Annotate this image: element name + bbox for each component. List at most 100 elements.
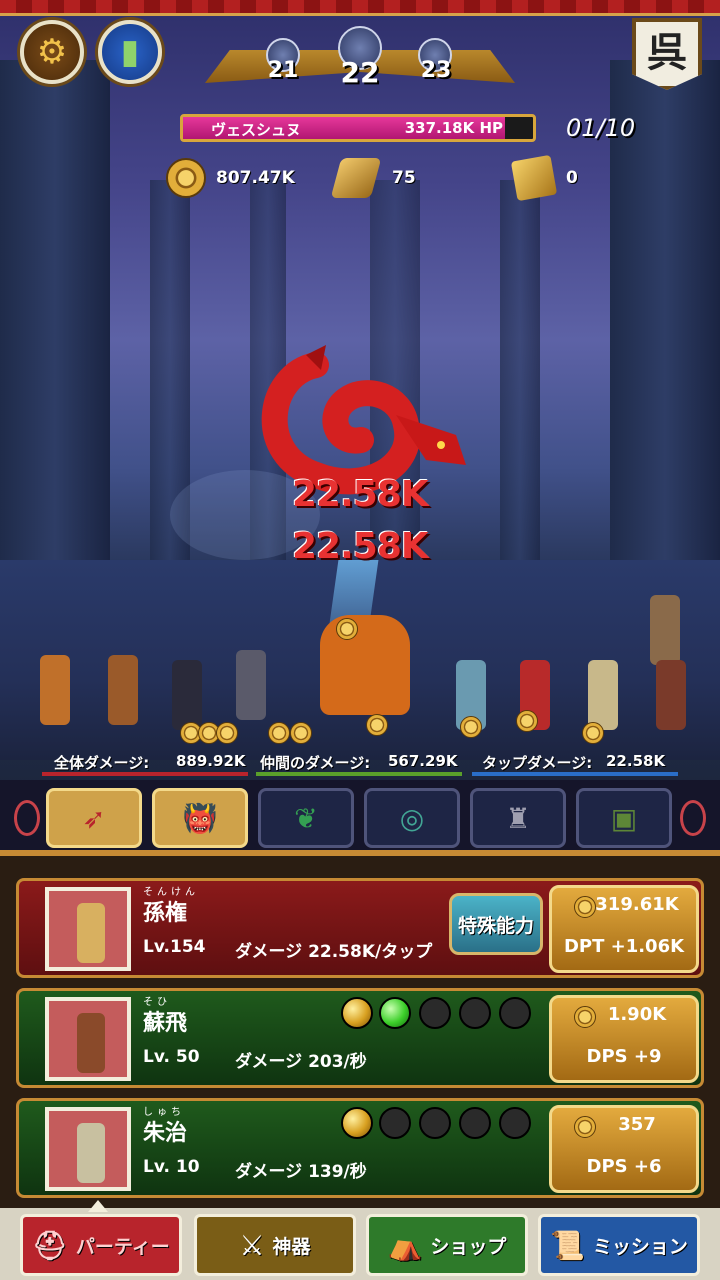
- rank-orb-empty: [499, 1107, 531, 1139]
- boss-name: ヴェスシュヌ: [211, 121, 302, 139]
- scroll-ticket-icon: [510, 154, 558, 202]
- rank-orb-empty: [459, 997, 491, 1029]
- tab-party[interactable]: ⛑ パーティー: [20, 1214, 182, 1276]
- ally-damage-value: 567.29K: [388, 752, 458, 770]
- tab-mission-label: ミッション: [592, 1235, 688, 1258]
- top-frame: [0, 0, 720, 16]
- ally-damage-line: [256, 772, 462, 776]
- hero-sprite: [650, 595, 680, 665]
- coin-drop[interactable]: [582, 722, 604, 744]
- scroll-icon: 📜: [550, 1228, 585, 1262]
- gold-coin-icon: [166, 158, 206, 198]
- crossed-swords-icon: ⚔: [239, 1228, 265, 1262]
- coin-drop[interactable]: [516, 710, 538, 732]
- ally-damage-label: 仲間のダメージ:: [260, 754, 371, 772]
- background-tree: [500, 180, 540, 560]
- special-ability-button[interactable]: 特殊能力: [449, 893, 543, 955]
- statue-icon[interactable]: ♜: [470, 788, 566, 848]
- unit-level: Lv. 10: [143, 1157, 200, 1177]
- coin-drop[interactable]: [336, 618, 358, 640]
- unit-portrait[interactable]: [45, 1107, 131, 1191]
- rank-orb-empty: [459, 1107, 491, 1139]
- total-damage-line: [42, 772, 248, 776]
- unit-card: しゅち 朱治 Lv. 10 ダメージ 139/秒 357 DPS +6: [16, 1098, 704, 1198]
- stage-current: 22: [340, 56, 380, 89]
- stage-next[interactable]: 23: [416, 58, 456, 83]
- tent-icon: ⛺: [387, 1228, 423, 1262]
- unit-damage: ダメージ 203/秒: [235, 1052, 367, 1072]
- gold-value: 807.47K: [216, 168, 295, 188]
- level-up-cost: 357: [618, 1114, 656, 1135]
- tap-damage-label: タップダメージ:: [482, 754, 593, 772]
- unit-card: そひ 蘇飛 Lv. 50 ダメージ 203/秒 1.90K DPS +9: [16, 988, 704, 1088]
- level-up-gain: DPS +9: [586, 1046, 662, 1067]
- unit-name: 孫権: [143, 901, 188, 926]
- battle-scene[interactable]: ⚙ ▮ 呉 21 22 23 ヴェスシュヌ 337.18K HP 01/10 8…: [0, 0, 720, 850]
- hero-sprite: [656, 660, 686, 730]
- rank-orb-active: [379, 997, 411, 1029]
- boss-hp-value: 337.18K HP: [404, 119, 503, 137]
- hero-sprite: [236, 650, 266, 720]
- level-up-gain: DPS +6: [586, 1156, 662, 1177]
- ingot-value: 75: [392, 168, 416, 188]
- tab-relic-label: 神器: [272, 1235, 311, 1258]
- level-up-button[interactable]: 1.90K DPS +9: [549, 995, 699, 1083]
- rank-orb-filled: [341, 997, 373, 1029]
- book-icon[interactable]: ▮: [98, 20, 162, 84]
- coin-drop[interactable]: [216, 722, 238, 744]
- unit-portrait[interactable]: [45, 997, 131, 1081]
- hero-sprite: [40, 655, 70, 725]
- damage-popup: 22.58K: [292, 526, 429, 567]
- unit-level: Lv.154: [143, 937, 206, 957]
- coin-drop[interactable]: [460, 716, 482, 738]
- tap-damage-line: [472, 772, 678, 776]
- rank-orb-empty: [499, 997, 531, 1029]
- tab-shop[interactable]: ⛺ ショップ: [366, 1214, 528, 1276]
- settings-gear-icon[interactable]: ⚙: [20, 20, 84, 84]
- level-up-cost: 319.61K: [595, 894, 679, 915]
- tab-party-label: パーティー: [75, 1235, 170, 1258]
- background-tree: [610, 60, 720, 620]
- tab-mission[interactable]: 📜 ミッション: [538, 1214, 700, 1276]
- swirl-ornament-icon: [14, 800, 40, 836]
- player-hero-sprite: [320, 615, 410, 715]
- coin-drop[interactable]: [268, 722, 290, 744]
- helmet-icon: ⛑: [32, 1228, 68, 1262]
- hero-sprite: [172, 660, 202, 730]
- branch-icon[interactable]: ❦: [258, 788, 354, 848]
- level-up-cost: 1.90K: [607, 1004, 667, 1025]
- unit-card: そんけん 孫権 Lv.154 ダメージ 22.58K/タップ 特殊能力 319.…: [16, 878, 704, 978]
- coin-drop[interactable]: [290, 722, 312, 744]
- rank-orb-filled: [341, 1107, 373, 1139]
- unit-list-panel[interactable]: そんけん 孫権 Lv.154 ダメージ 22.58K/タップ 特殊能力 319.…: [0, 850, 720, 1228]
- background-tree: [0, 60, 110, 620]
- tab-shop-label: ショップ: [430, 1235, 507, 1258]
- unit-name: 朱治: [143, 1121, 188, 1146]
- total-damage-value: 889.92K: [176, 752, 246, 770]
- unit-level: Lv. 50: [143, 1047, 200, 1067]
- unit-portrait[interactable]: [45, 887, 131, 971]
- level-up-button[interactable]: 357 DPS +6: [549, 1105, 699, 1193]
- unit-damage: ダメージ 139/秒: [235, 1162, 367, 1182]
- hero-sprite: [108, 655, 138, 725]
- unit-damage: ダメージ 22.58K/タップ: [235, 942, 433, 962]
- wave-counter: 01/10: [566, 114, 636, 142]
- boss-hp-bar: ヴェスシュヌ 337.18K HP: [180, 114, 536, 142]
- orb-icon[interactable]: ◎: [364, 788, 460, 848]
- swirl-ornament-icon: [680, 800, 706, 836]
- rank-orb-empty: [419, 997, 451, 1029]
- unit-name: 蘇飛: [143, 1011, 188, 1036]
- stage-prev[interactable]: 21: [263, 58, 303, 83]
- active-tab-pointer: [88, 1200, 108, 1212]
- rank-orb-empty: [419, 1107, 451, 1139]
- ticket-value: 0: [566, 168, 578, 188]
- hero-sprite: [588, 660, 618, 730]
- level-up-gain: DPT +1.06K: [563, 936, 685, 957]
- chest-icon[interactable]: ▣: [576, 788, 672, 848]
- demon-icon[interactable]: 👹: [152, 788, 248, 848]
- quiver-icon[interactable]: ➶: [46, 788, 142, 848]
- rank-orb-empty: [379, 1107, 411, 1139]
- tab-relic[interactable]: ⚔ 神器: [194, 1214, 356, 1276]
- coin-drop[interactable]: [366, 714, 388, 736]
- level-up-button[interactable]: 319.61K DPT +1.06K: [549, 885, 699, 973]
